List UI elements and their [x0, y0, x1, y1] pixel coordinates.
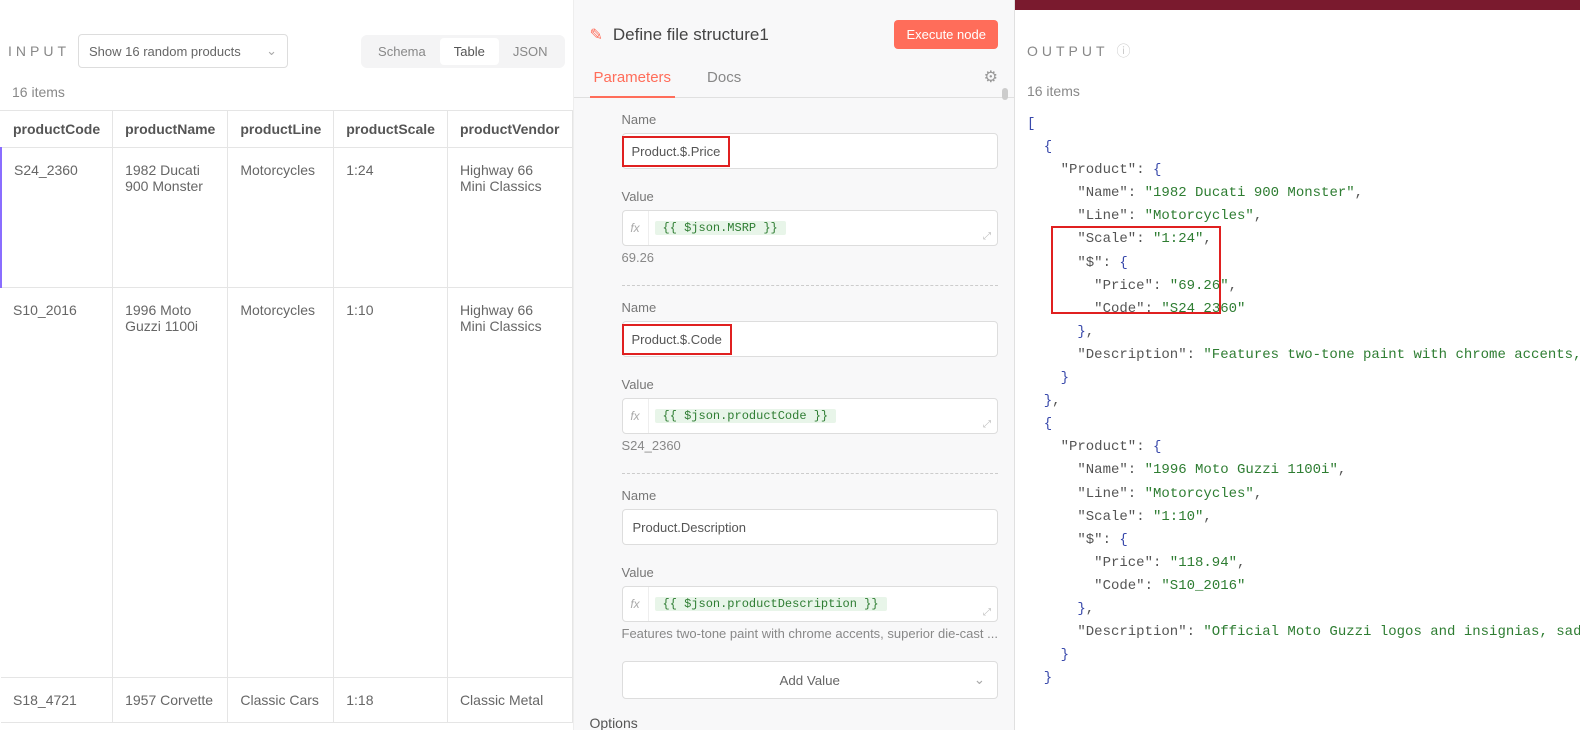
input-panel: INPUT Show 16 random products ⌄ Schema T… [0, 0, 574, 730]
chevron-down-icon: ⌄ [266, 43, 277, 59]
table-cell: 1957 Corvette [113, 678, 228, 723]
table-row[interactable]: S18_47211957 CorvetteClassic Cars1:18Cla… [1, 678, 572, 723]
gear-icon[interactable]: ⚙ [984, 67, 998, 87]
name-input[interactable]: Product.$.Price [622, 136, 731, 167]
table-cell: 1982 Ducati 900 Monster [113, 148, 228, 288]
input-view-tabs: Schema Table JSON [361, 35, 564, 68]
table-cell: Classic Metal [447, 678, 572, 723]
pencil-icon: ✎ [590, 25, 603, 45]
fx-icon: fx [623, 211, 649, 245]
table-cell: Motorcycles [228, 148, 334, 288]
col-productName[interactable]: productName [113, 111, 228, 148]
input-table: productCode productName productLine prod… [0, 111, 573, 723]
table-cell: 1:18 [334, 678, 448, 723]
value-label: Value [622, 377, 998, 392]
value-preview: 69.26 [622, 250, 998, 265]
table-cell: S10_2016 [1, 288, 113, 678]
expression-text: {{ $json.MSRP }} [655, 221, 786, 235]
table-cell: Highway 66 Mini Classics [447, 288, 572, 678]
expression-text: {{ $json.productDescription }} [655, 597, 887, 611]
name-label: Name [622, 300, 998, 315]
node-panel: ✎ Define file structure1 Execute node Pa… [574, 0, 1015, 730]
col-productVendor[interactable]: productVendor [447, 111, 572, 148]
expand-icon[interactable]: ⤢ [983, 419, 991, 430]
fx-icon: fx [623, 399, 649, 433]
expand-icon[interactable]: ⤢ [983, 231, 991, 242]
output-items-count: 16 items [1015, 79, 1580, 109]
table-cell: 1996 Moto Guzzi 1100i [113, 288, 228, 678]
table-cell: Classic Cars [228, 678, 334, 723]
value-label: Value [622, 189, 998, 204]
table-cell: 1:10 [334, 288, 448, 678]
expand-icon[interactable]: ⤢ [983, 607, 991, 618]
table-row[interactable]: S24_23601982 Ducati 900 MonsterMotorcycl… [1, 148, 572, 288]
output-json-view[interactable]: [ { "Product": { "Name": "1982 Ducati 90… [1015, 109, 1580, 730]
execute-node-button[interactable]: Execute node [894, 20, 998, 49]
add-value-button[interactable]: Add Value⌄ [622, 661, 998, 699]
options-heading: Options [590, 715, 998, 730]
value-preview: Features two-tone paint with chrome acce… [622, 626, 998, 641]
value-preview: S24_2360 [622, 438, 998, 453]
tab-table[interactable]: Table [440, 38, 499, 65]
table-cell: S18_4721 [1, 678, 113, 723]
output-panel: OUTPUT ⓘ Table JSON Schema ✎ 16 items [ … [1015, 0, 1580, 730]
name-input[interactable] [622, 509, 998, 545]
table-cell: Highway 66 Mini Classics [447, 148, 572, 288]
col-productCode[interactable]: productCode [1, 111, 113, 148]
table-row[interactable]: S10_20161996 Moto Guzzi 1100iMotorcycles… [1, 288, 572, 678]
info-icon[interactable]: ⓘ [1117, 41, 1131, 61]
input-select-label: Show 16 random products [89, 44, 241, 59]
table-cell: 1:24 [334, 148, 448, 288]
value-label: Value [622, 565, 998, 580]
tab-schema[interactable]: Schema [364, 38, 440, 65]
value-expression-input[interactable]: fx {{ $json.productCode }} ⤢ [622, 398, 998, 434]
input-title: INPUT [8, 43, 70, 59]
node-title: Define file structure1 [613, 25, 885, 45]
highlight-frame [1051, 226, 1221, 314]
tab-json[interactable]: JSON [499, 38, 562, 65]
name-label: Name [622, 112, 998, 127]
expression-text: {{ $json.productCode }} [655, 409, 837, 423]
input-items-count: 16 items [0, 80, 573, 110]
tab-docs[interactable]: Docs [703, 59, 745, 97]
table-cell: Motorcycles [228, 288, 334, 678]
output-title: OUTPUT [1027, 43, 1109, 59]
name-input[interactable]: Product.$.Code [622, 324, 732, 355]
table-cell: S24_2360 [1, 148, 113, 288]
tab-parameters[interactable]: Parameters [590, 59, 676, 98]
fx-icon: fx [623, 587, 649, 621]
chevron-down-icon: ⌄ [974, 672, 985, 688]
input-data-select[interactable]: Show 16 random products ⌄ [78, 34, 288, 68]
value-expression-input[interactable]: fx {{ $json.productDescription }} ⤢ [622, 586, 998, 622]
name-label: Name [622, 488, 998, 503]
col-productScale[interactable]: productScale [334, 111, 448, 148]
col-productLine[interactable]: productLine [228, 111, 334, 148]
value-expression-input[interactable]: fx {{ $json.MSRP }} ⤢ [622, 210, 998, 246]
